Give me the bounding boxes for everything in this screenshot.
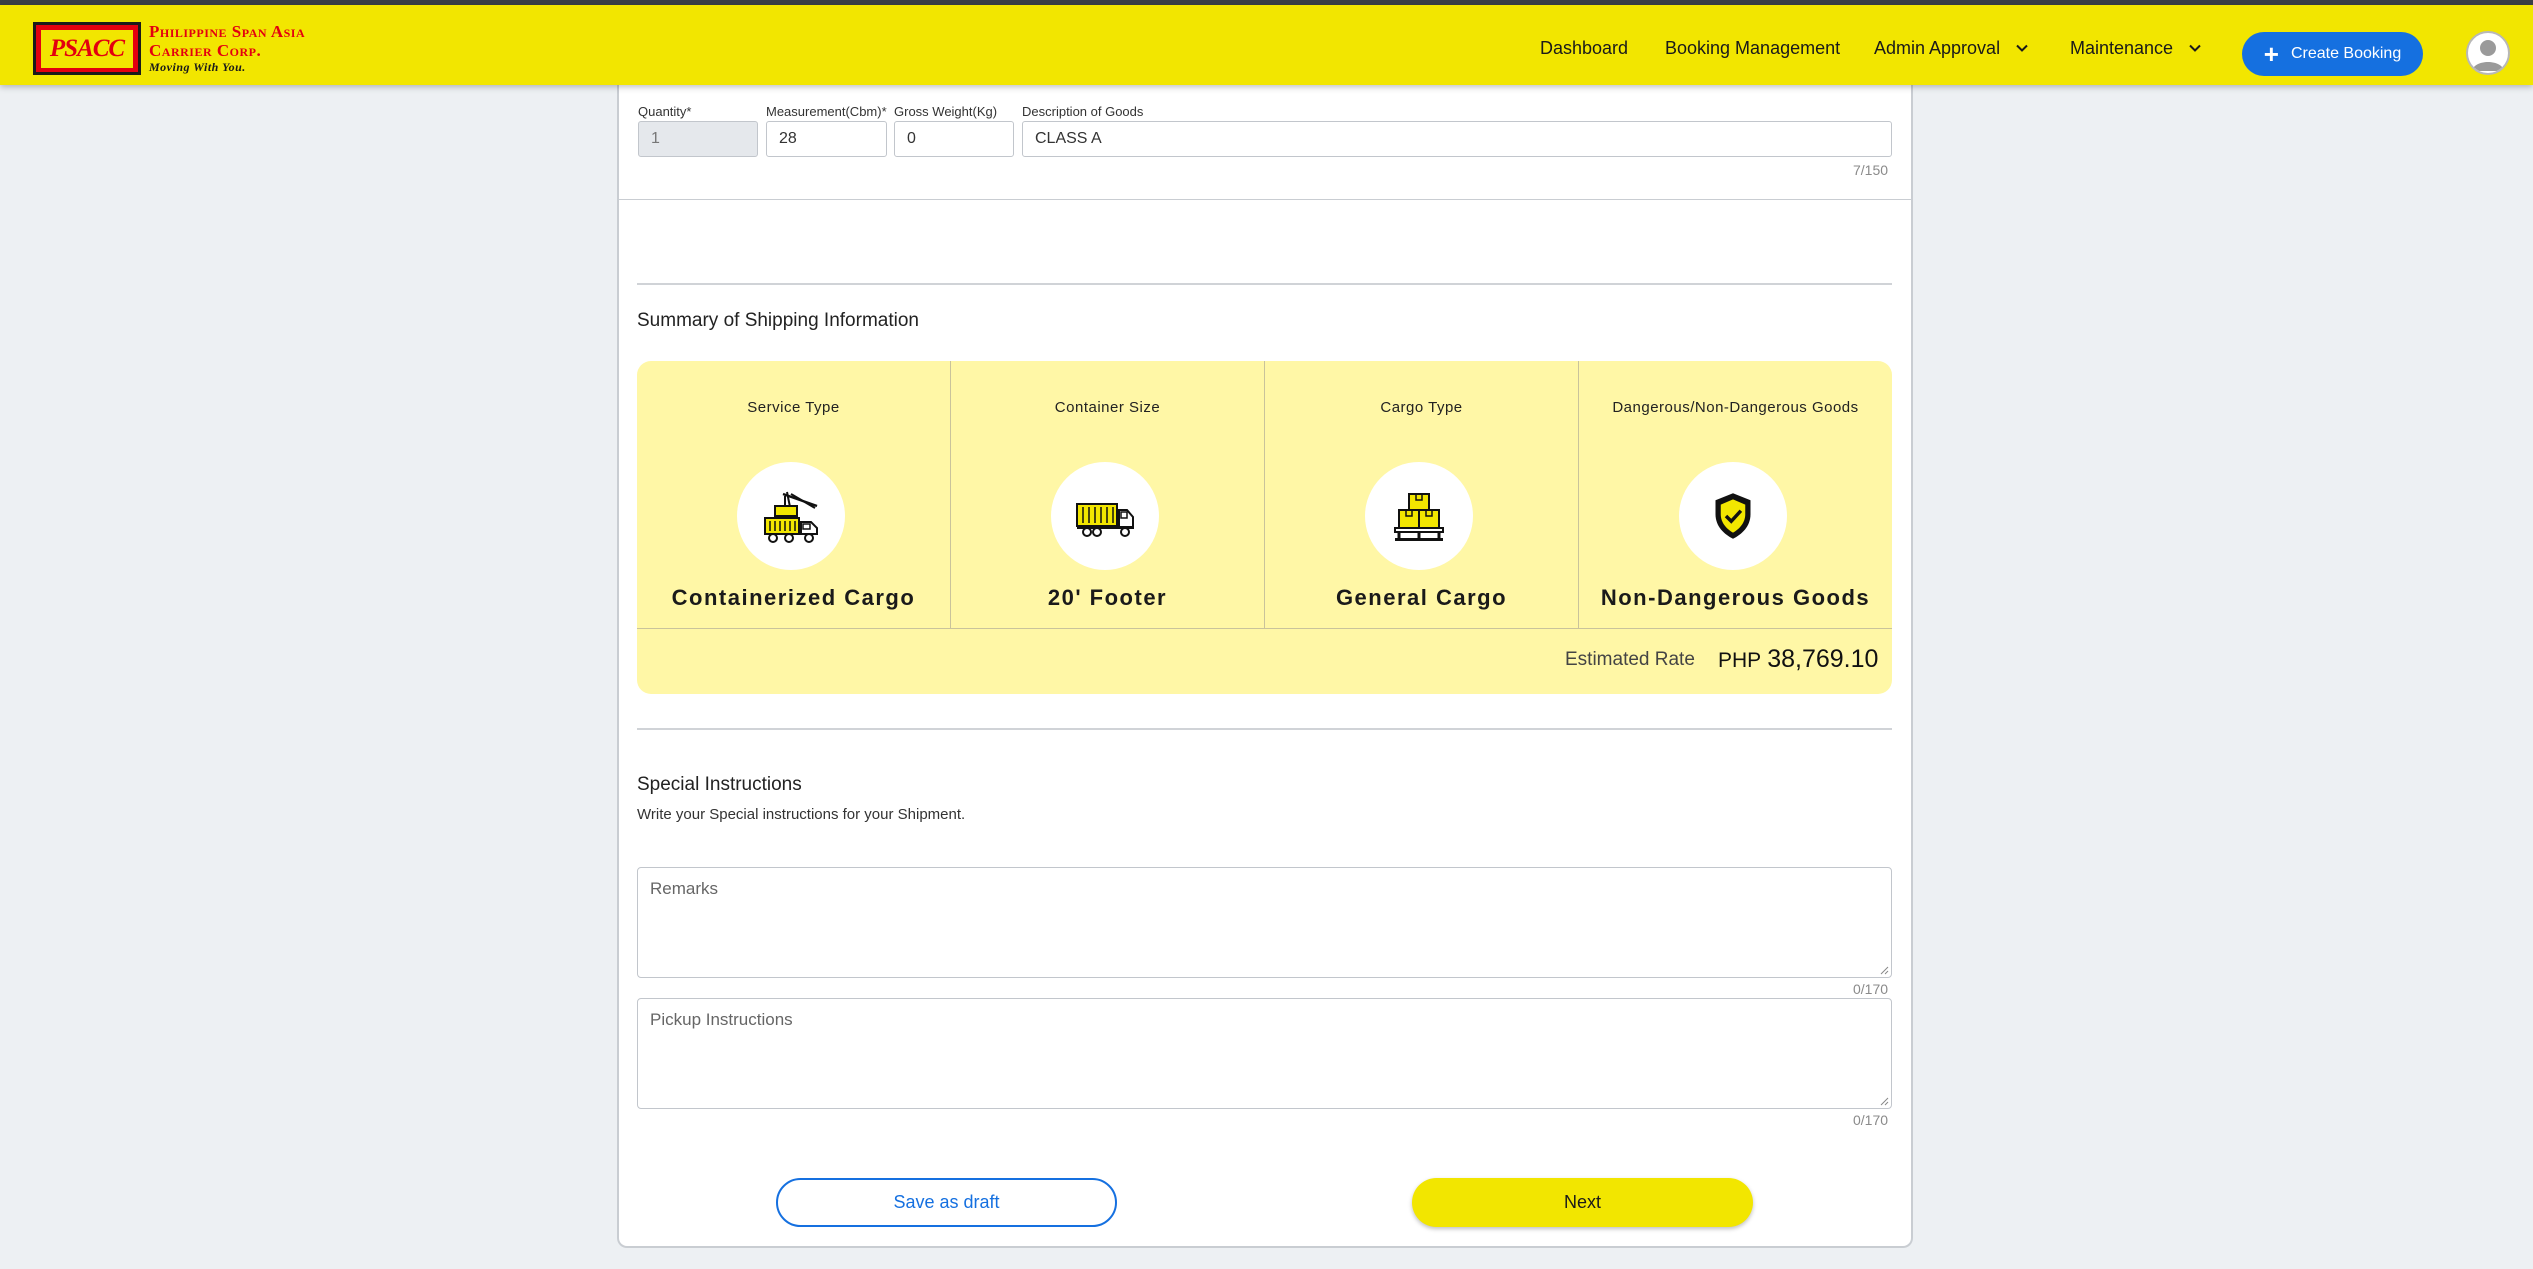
pickup-instructions-counter: 0/170 xyxy=(1853,1112,1889,1128)
currency-code: PHP xyxy=(1718,649,1762,672)
dangerous-goods-value: Non-Dangerous Goods xyxy=(1600,585,1871,610)
remarks-textarea[interactable]: Remarks xyxy=(637,867,1892,978)
nav-booking-management-label: Booking Management xyxy=(1665,37,1841,58)
measurement-field[interactable]: 28 xyxy=(766,121,887,157)
pickup-instructions-textarea[interactable]: Pickup Instructions xyxy=(637,998,1892,1109)
cargo-type-value: General Cargo xyxy=(1335,585,1508,610)
section-divider xyxy=(637,283,1892,285)
company-logo[interactable]: PSACC xyxy=(33,22,141,75)
container-size-label: Container Size xyxy=(1054,399,1161,416)
service-type-icon-circle xyxy=(737,462,845,570)
remarks-counter: 0/170 xyxy=(1853,981,1889,997)
create-booking-button[interactable]: + Create Booking xyxy=(2242,32,2423,76)
save-as-draft-button[interactable]: Save as draft xyxy=(776,1178,1117,1227)
top-nav-bar: PSACC Philippine Span Asia Carrier Corp.… xyxy=(0,5,2533,85)
cargo-type-card: Cargo Type General Cargo xyxy=(1265,361,1578,628)
dangerous-goods-card: Dangerous/Non-Dangerous Goods Non-Danger… xyxy=(1579,361,1892,628)
create-booking-label: Create Booking xyxy=(2290,45,2402,62)
container-size-card: Container Size 20' Footer xyxy=(951,361,1264,628)
nav-admin-approval[interactable]: Admin Approval xyxy=(1874,32,2030,64)
plus-icon: + xyxy=(2263,39,2279,69)
brand-line-2: Carrier Corp. xyxy=(149,41,262,60)
estimated-rate-value: 38,769.10 xyxy=(1767,645,1879,673)
shipping-summary-panel: Service Type Containerized Cargo Contain… xyxy=(637,361,1892,694)
section-divider xyxy=(617,199,1913,200)
service-type-label: Service Type xyxy=(747,399,840,416)
nav-dashboard-label: Dashboard xyxy=(1540,37,1629,58)
gross-weight-field[interactable]: 0 xyxy=(894,121,1014,157)
service-type-card: Service Type Containerized Cargo xyxy=(637,361,950,628)
gross-weight-label: Gross Weight(Kg) xyxy=(894,104,998,119)
dangerous-goods-label: Dangerous/Non-Dangerous Goods xyxy=(1612,399,1859,416)
section-divider xyxy=(637,728,1892,730)
quantity-label: Quantity* xyxy=(638,104,692,119)
crane-truck-icon xyxy=(764,491,818,543)
estimated-rate-amount: PHP 38,769.10 xyxy=(1718,645,1878,674)
chevron-down-icon xyxy=(2016,44,2028,52)
resize-handle-icon[interactable] xyxy=(1879,965,1889,975)
service-type-value: Containerized Cargo xyxy=(671,585,916,610)
nav-admin-approval-label: Admin Approval xyxy=(1874,37,2001,58)
cargo-type-label: Cargo Type xyxy=(1380,399,1463,416)
summary-title: Summary of Shipping Information xyxy=(637,310,919,331)
special-instructions-subtitle: Write your Special instructions for your… xyxy=(637,806,966,823)
description-field[interactable]: CLASS A xyxy=(1022,121,1892,157)
user-avatar[interactable] xyxy=(2466,31,2510,75)
brand-name: Philippine Span Asia Carrier Corp. Movin… xyxy=(149,23,305,73)
nav-dashboard[interactable]: Dashboard xyxy=(1540,32,1628,64)
cargo-type-icon-circle xyxy=(1365,462,1473,570)
container-truck-icon xyxy=(1076,503,1134,537)
container-size-value: 20' Footer xyxy=(1047,585,1168,610)
quantity-field: 1 xyxy=(638,121,758,157)
user-icon xyxy=(2472,40,2504,71)
estimated-rate-label: Estimated Rate xyxy=(1565,649,1695,670)
measurement-label: Measurement(Cbm)* xyxy=(766,104,887,119)
shield-check-icon xyxy=(1715,493,1751,539)
boxes-pallet-icon xyxy=(1394,493,1444,541)
nav-booking-management[interactable]: Booking Management xyxy=(1665,32,1840,64)
nav-maintenance[interactable]: Maintenance xyxy=(2070,32,2203,64)
remarks-placeholder: Remarks xyxy=(650,879,719,898)
pickup-instructions-placeholder: Pickup Instructions xyxy=(650,1010,793,1029)
brand-tagline: Moving With You. xyxy=(149,60,246,74)
description-label: Description of Goods xyxy=(1022,104,1144,119)
dangerous-goods-icon-circle xyxy=(1679,462,1787,570)
logo-text: PSACC xyxy=(39,27,135,70)
next-button[interactable]: Next xyxy=(1412,1178,1753,1227)
chevron-down-icon xyxy=(2189,44,2201,52)
special-instructions-title: Special Instructions xyxy=(637,774,802,795)
description-counter: 7/150 xyxy=(1853,162,1889,178)
nav-maintenance-label: Maintenance xyxy=(2070,37,2174,58)
brand-line-1: Philippine Span Asia xyxy=(149,22,306,41)
summary-row-divider xyxy=(637,628,1892,629)
container-size-icon-circle xyxy=(1051,462,1159,570)
resize-handle-icon[interactable] xyxy=(1879,1096,1889,1106)
